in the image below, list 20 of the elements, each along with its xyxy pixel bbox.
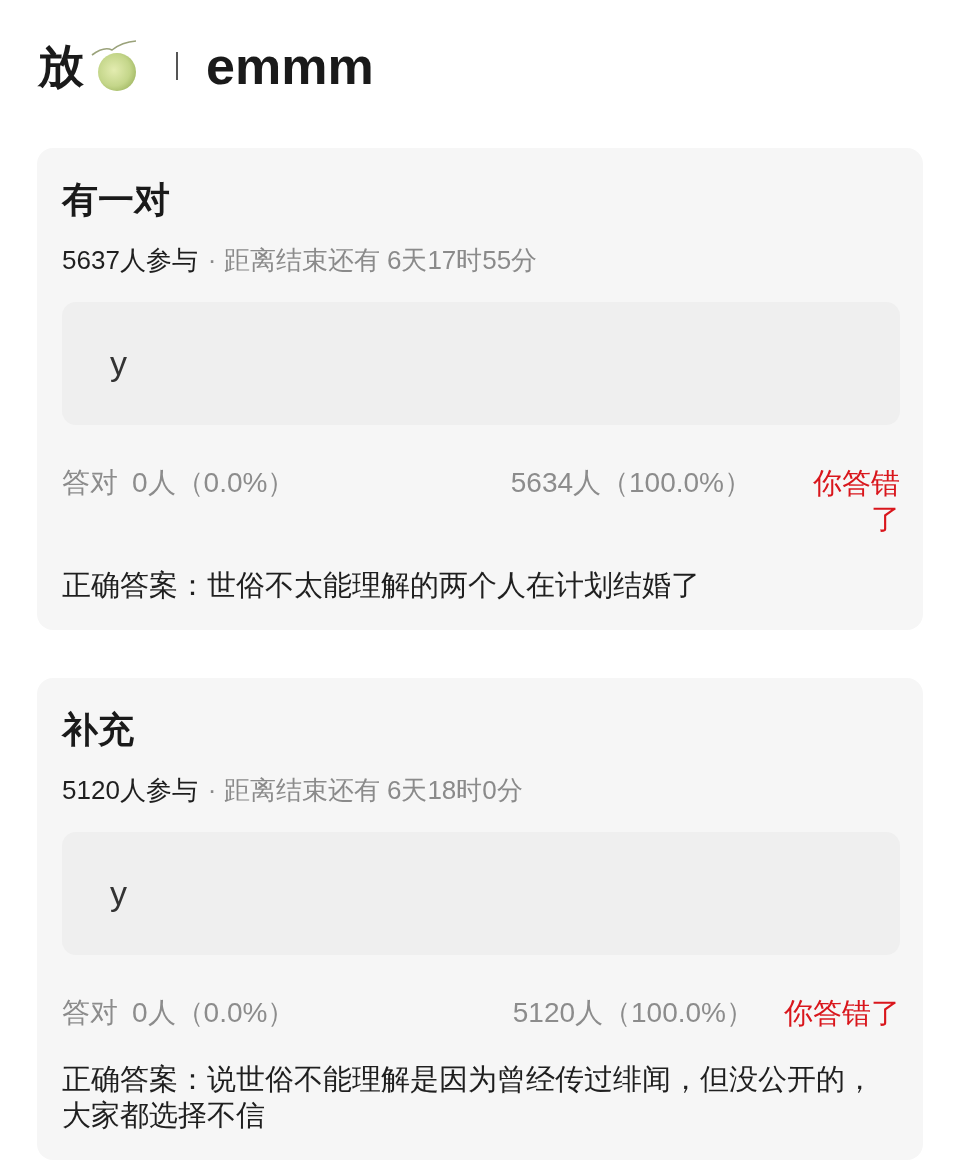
result-text: 你答错了	[812, 466, 900, 537]
header-title: 放	[38, 39, 84, 94]
wrong-count: 5634人（100.0%）	[510, 466, 752, 500]
correct-label: 答对	[62, 996, 118, 1030]
correct-answer: 正确答案：说世俗不能理解是因为曾经传过绯闻，但没公开的，大家都选择不信	[62, 1062, 875, 1133]
wrong-count: 5120人（100.0%）	[512, 996, 754, 1030]
time-remaining: · 距离结束还有 6天17时55分	[207, 245, 538, 275]
correct-label: 答对	[62, 466, 118, 500]
participant-count: 5120人参与	[62, 775, 198, 805]
poll-option[interactable]: y	[62, 302, 900, 425]
header-subtitle: emmm	[206, 36, 374, 96]
correct-answer: 正确答案：世俗不太能理解的两个人在计划结婚了	[62, 568, 701, 603]
result-text: 你答错了	[784, 996, 900, 1031]
correct-count: 0人（0.0%）	[132, 466, 297, 500]
correct-count: 0人（0.0%）	[132, 996, 297, 1030]
participant-count: 5637人参与	[62, 245, 198, 275]
quiz-title: 有一对	[62, 178, 171, 222]
quiz-title: 补充	[62, 708, 135, 752]
time-remaining: · 距离结束还有 6天18时0分	[207, 775, 523, 805]
poll-option[interactable]: y	[62, 832, 900, 955]
